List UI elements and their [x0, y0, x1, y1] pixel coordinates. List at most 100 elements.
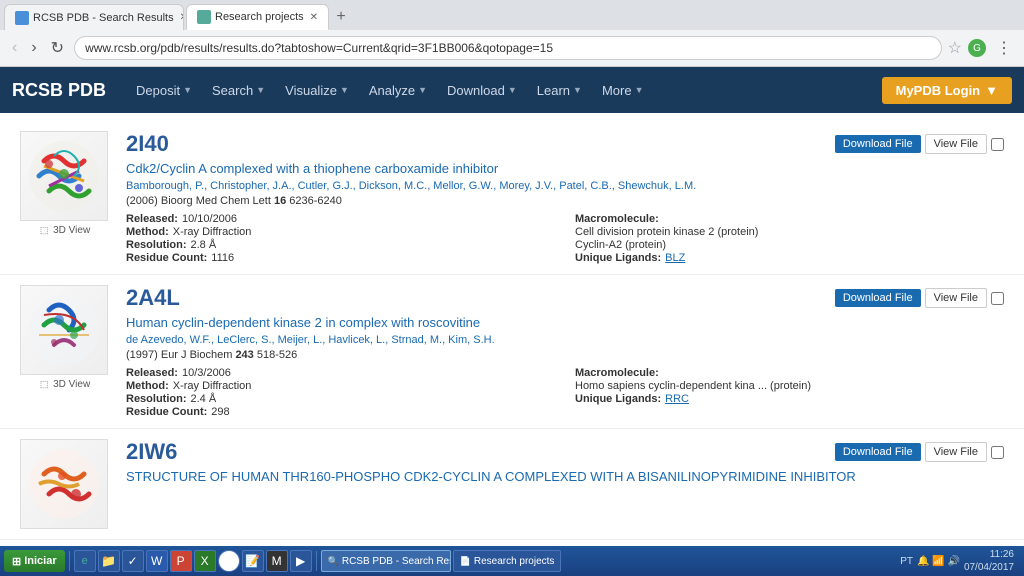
rcsb-navbar: RCSB PDB Deposit ▼ Search ▼ Visualize ▼ … [0, 67, 1024, 113]
download-file-button-2[interactable]: Download File [835, 289, 921, 307]
result-header-2: 2A4L Download File View File [126, 285, 1004, 311]
view-file-button-3[interactable]: View File [925, 442, 987, 462]
language-indicator: PT [900, 556, 913, 567]
result-content-2: 2A4L Download File View File Human cycli… [126, 285, 1004, 418]
download-file-button-1[interactable]: Download File [835, 135, 921, 153]
result-actions-2: Download File View File [835, 288, 1004, 308]
tab-research[interactable]: Research projects ✕ [186, 4, 329, 30]
protein-visualization-2 [24, 290, 104, 370]
taskbar-excel-icon[interactable]: X [194, 550, 216, 572]
method-row-2: Method: X-ray Diffraction [126, 380, 555, 392]
view-file-button-2[interactable]: View File [925, 288, 987, 308]
address-bar: ‹ › ↻ ☆ G ⋮ [0, 30, 1024, 66]
tab-favicon-1 [15, 11, 29, 25]
mypdb-login-button[interactable]: MyPDB Login ▼ [882, 77, 1012, 104]
macromolecule-row-1: Macromolecule: [575, 213, 1004, 225]
tab-favicon-2 [197, 10, 211, 24]
pdb-id-3: 2IW6 [126, 439, 177, 465]
select-checkbox-3[interactable] [991, 446, 1004, 459]
nav-deposit[interactable]: Deposit ▼ [126, 67, 202, 113]
start-button[interactable]: ⊞ Iniciar [4, 550, 65, 572]
view-file-button-1[interactable]: View File [925, 134, 987, 154]
structure-img-box-2 [20, 285, 108, 375]
taskbar-ppt-icon[interactable]: P [170, 550, 192, 572]
method-row-1: Method: X-ray Diffraction [126, 226, 555, 238]
view-3d-button-1[interactable]: ⬚ 3D View [40, 225, 90, 236]
extension-button[interactable]: G [968, 39, 986, 57]
back-button[interactable]: ‹ [8, 37, 21, 59]
taskbar-word-icon[interactable]: W [146, 550, 168, 572]
search-chevron: ▼ [256, 85, 265, 95]
nav-visualize[interactable]: Visualize ▼ [275, 67, 359, 113]
result-item-3: 2IW6 Download File View File STRUCTURE O… [0, 429, 1024, 540]
refresh-button[interactable]: ↻ [47, 36, 68, 60]
taskbar-media-icon[interactable]: ▶ [290, 550, 312, 572]
structure-image-3 [20, 439, 110, 529]
result-item-2: ⬚ 3D View 2A4L Download File View File H… [0, 275, 1024, 429]
visualize-chevron: ▼ [340, 85, 349, 95]
citation-2: (1997) Eur J Biochem 243 518-526 [126, 349, 1004, 361]
browser-chrome: RCSB PDB - Search Results ✕ Research pro… [0, 0, 1024, 67]
pdb-id-2: 2A4L [126, 285, 180, 311]
forward-button[interactable]: › [27, 37, 40, 59]
taskbar-app-research[interactable]: 📄 Research projects [453, 550, 562, 572]
pdb-id-1: 2I40 [126, 131, 169, 157]
taskbar-notes-icon[interactable]: 📝 [242, 550, 264, 572]
tray-icons: 🔔 📶 🔊 [917, 556, 960, 567]
protein-visualization-3 [24, 444, 104, 524]
result-item: ⬚ 3D View 2I40 Download File View File C… [0, 121, 1024, 275]
bookmark-button[interactable]: ☆ [948, 38, 962, 58]
rcsb-logo: RCSB PDB [12, 80, 106, 101]
resolution-row-2: Resolution: 2.4 Å [126, 393, 555, 405]
taskbar-folder-icon[interactable]: 📁 [98, 550, 120, 572]
download-file-button-3[interactable]: Download File [835, 443, 921, 461]
menu-button[interactable]: ⋮ [992, 36, 1016, 60]
taskbar-check-icon[interactable]: ✓ [122, 550, 144, 572]
structure-image-2: ⬚ 3D View [20, 285, 110, 390]
view-3d-button-2[interactable]: ⬚ 3D View [40, 379, 90, 390]
released-row-1: Released: 10/10/2006 [126, 213, 555, 225]
macromolecule-row-2: Macromolecule: [575, 367, 1004, 379]
result-header-3: 2IW6 Download File View File [126, 439, 1004, 465]
taskbar-ie-icon[interactable]: e [74, 550, 96, 572]
result-actions-1: Download File View File [835, 134, 1004, 154]
taskbar-divider-2 [316, 551, 317, 571]
taskbar: ⊞ Iniciar e 📁 ✓ W P X ● 📝 M ▶ 🔍 RCSB PDB… [0, 546, 1024, 576]
more-chevron: ▼ [635, 85, 644, 95]
nav-search[interactable]: Search ▼ [202, 67, 275, 113]
new-tab-button[interactable]: + [331, 7, 351, 27]
deposit-chevron: ▼ [183, 85, 192, 95]
macromolecule-value-1: Cell division protein kinase 2 (protein) [575, 226, 1004, 238]
residue-row-2: Residue Count: 298 [126, 406, 555, 418]
nav-more[interactable]: More ▼ [592, 67, 654, 113]
tab-close-1[interactable]: ✕ [180, 12, 184, 23]
nav-download[interactable]: Download ▼ [437, 67, 527, 113]
url-input[interactable] [74, 36, 942, 60]
details-grid-2: Released: 10/3/2006 Macromolecule: Metho… [126, 367, 1004, 418]
ligands-row-2: Unique Ligands: RRC [575, 393, 1004, 405]
taskbar-app-icon-1[interactable]: M [266, 550, 288, 572]
tab-search-results[interactable]: RCSB PDB - Search Results ✕ [4, 4, 184, 30]
download-chevron: ▼ [508, 85, 517, 95]
select-checkbox-1[interactable] [991, 138, 1004, 151]
taskbar-app-rcsb[interactable]: 🔍 RCSB PDB - Search Results [321, 550, 451, 572]
result-content-3: 2IW6 Download File View File STRUCTURE O… [126, 439, 1004, 488]
taskbar-chrome-icon[interactable]: ● [218, 550, 240, 572]
structure-title-2: Human cyclin-dependent kinase 2 in compl… [126, 315, 1004, 330]
tab-bar: RCSB PDB - Search Results ✕ Research pro… [0, 0, 1024, 30]
nav-analyze[interactable]: Analyze ▼ [359, 67, 437, 113]
structure-image-1: ⬚ 3D View [20, 131, 110, 236]
resolution-row-1: Resolution: 2.8 Å [126, 239, 555, 251]
learn-chevron: ▼ [573, 85, 582, 95]
macromolecule2-row-1: Cyclin-A2 (protein) [575, 239, 1004, 251]
nav-learn[interactable]: Learn ▼ [527, 67, 592, 113]
structure-img-box-1 [20, 131, 108, 221]
result-content-1: 2I40 Download File View File Cdk2/Cyclin… [126, 131, 1004, 264]
structure-title-3: STRUCTURE OF HUMAN THR160-PHOSPHO CDK2-C… [126, 469, 1004, 484]
analyze-chevron: ▼ [418, 85, 427, 95]
tab-title-1: RCSB PDB - Search Results [33, 12, 174, 24]
ligands-row-1: Unique Ligands: BLZ [575, 252, 1004, 264]
tab-close-2[interactable]: ✕ [310, 12, 318, 23]
select-checkbox-2[interactable] [991, 292, 1004, 305]
protein-visualization-1 [24, 136, 104, 216]
